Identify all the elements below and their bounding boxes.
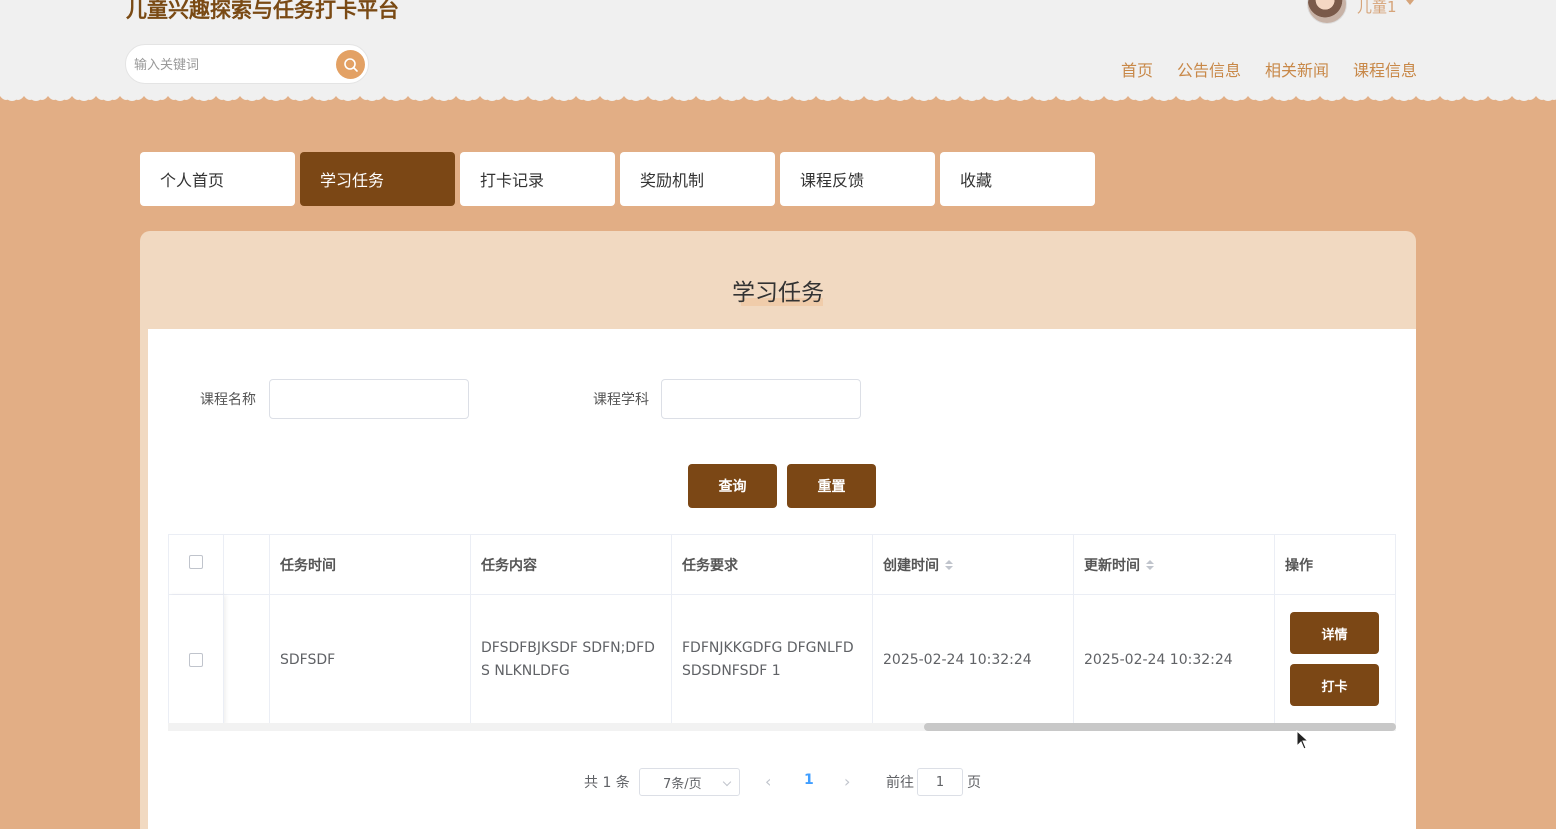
page-size-select[interactable]: 7条/页	[639, 768, 740, 796]
tab-rewards[interactable]: 奖励机制	[620, 152, 775, 206]
panel-body: 课程名称 课程学科 查询 重置 任务时间 任务内容 任务要求 创建时间 更新时间	[148, 329, 1416, 829]
content-panel: 学习任务 课程名称 课程学科 查询 重置 任务时间 任务内容 任务要求 创建时间	[140, 231, 1416, 829]
row-index-cell	[224, 595, 270, 723]
reset-button[interactable]: 重置	[787, 464, 876, 508]
search-input[interactable]	[134, 54, 324, 76]
table-header: 任务时间 任务内容 任务要求 创建时间 更新时间 操作	[169, 535, 1395, 595]
course-name-label: 课程名称	[200, 392, 256, 408]
header-task-requirement: 任务要求	[672, 535, 873, 594]
sort-icon[interactable]	[1146, 559, 1154, 570]
chevron-down-icon	[722, 777, 732, 787]
prev-page-icon[interactable]: ‹	[765, 772, 771, 791]
site-title: 儿童兴趣探索与任务打卡平台	[126, 0, 399, 22]
tab-profile[interactable]: 个人首页	[140, 152, 295, 206]
row-checkbox[interactable]	[189, 653, 203, 667]
header-task-content: 任务内容	[471, 535, 672, 594]
table-horizontal-scrollbar[interactable]	[168, 723, 1396, 731]
user-name[interactable]: 儿童1	[1357, 0, 1397, 17]
query-button[interactable]: 查询	[688, 464, 777, 508]
pagination-goto-label: 前往	[886, 775, 914, 791]
cell-task-requirement: FDFNJKKGDFG DFGNLFD SDSDNFSDF 1	[672, 595, 873, 723]
header-select-cell	[169, 535, 224, 594]
tab-checkin-records[interactable]: 打卡记录	[460, 152, 615, 206]
header-updated-at[interactable]: 更新时间	[1074, 535, 1275, 594]
page-title: 学习任务	[732, 280, 824, 306]
tab-favorites[interactable]: 收藏	[940, 152, 1095, 206]
cell-created-at: 2025-02-24 10:32:24	[873, 595, 1074, 723]
page-size-value: 7条/页	[663, 776, 702, 792]
course-subject-label: 课程学科	[593, 392, 649, 408]
search-icon	[343, 57, 358, 72]
header-updated-at-label: 更新时间	[1084, 557, 1140, 574]
header-wave-divider	[0, 92, 1556, 108]
sort-icon[interactable]	[945, 559, 953, 570]
course-subject-input[interactable]	[661, 379, 861, 419]
select-all-checkbox[interactable]	[189, 554, 203, 569]
row-select-cell	[169, 595, 224, 723]
header-actions: 操作	[1285, 557, 1313, 574]
nav-item-announcements[interactable]: 公告信息	[1177, 57, 1241, 81]
center-tabs: 个人首页 学习任务 打卡记录 奖励机制 课程反馈 收藏	[140, 152, 1095, 206]
task-table: 任务时间 任务内容 任务要求 创建时间 更新时间 操作 SDFSDF DFSDF…	[168, 534, 1396, 724]
pagination-goto-input[interactable]	[917, 768, 963, 796]
nav-item-courses[interactable]: 课程信息	[1353, 57, 1417, 81]
checkin-button[interactable]: 打卡	[1290, 664, 1379, 706]
site-header: 儿童兴趣探索与任务打卡平台 儿童1 首页 公告信息 相关新闻 课程信息	[0, 0, 1556, 100]
cell-task-content: DFSDFBJKSDF SDFN;DFDS NLKNLDFG	[471, 595, 672, 723]
nav-item-home[interactable]: 首页	[1121, 57, 1153, 81]
nav-item-news[interactable]: 相关新闻	[1265, 57, 1329, 81]
top-nav: 首页 公告信息 相关新闻 课程信息	[1121, 57, 1417, 81]
header-created-at[interactable]: 创建时间	[873, 535, 1074, 594]
scrollbar-thumb[interactable]	[924, 723, 1396, 731]
tab-study-tasks[interactable]: 学习任务	[300, 152, 455, 206]
cell-task-time: SDFSDF	[270, 595, 471, 723]
pagination-unit-label: 页	[967, 775, 981, 791]
user-avatar[interactable]	[1307, 0, 1347, 24]
mouse-cursor-icon	[1296, 730, 1310, 750]
table-row: SDFSDF DFSDFBJKSDF SDFN;DFDS NLKNLDFG FD…	[169, 595, 1395, 723]
search-box	[125, 44, 369, 84]
search-button[interactable]	[336, 50, 365, 79]
cell-actions: 详情 打卡	[1275, 595, 1395, 723]
pagination-total: 共 1 条	[584, 775, 630, 791]
header-task-time: 任务时间	[270, 535, 471, 594]
next-page-icon[interactable]: ›	[844, 772, 850, 791]
tab-course-feedback[interactable]: 课程反馈	[780, 152, 935, 206]
course-name-input[interactable]	[269, 379, 469, 419]
header-created-at-label: 创建时间	[883, 557, 939, 574]
header-index-cell	[224, 535, 270, 594]
cell-updated-at: 2025-02-24 10:32:24	[1074, 595, 1275, 723]
detail-button[interactable]: 详情	[1290, 612, 1379, 654]
caret-down-icon[interactable]	[1406, 0, 1414, 5]
pagination-page-1[interactable]: 1	[804, 772, 814, 788]
